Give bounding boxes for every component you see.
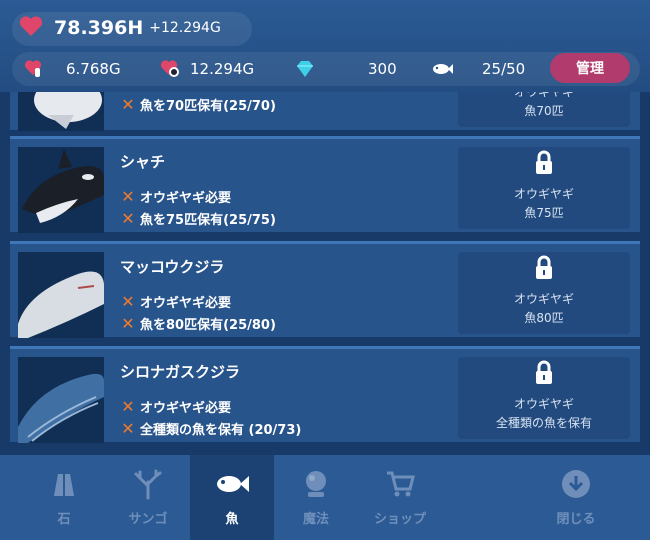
requirement-text: オウギヤギ必要	[140, 296, 232, 311]
species-list[interactable]: ✕ 魚を70匹保有(25/70) オウギヤギ 魚70匹 シャチ ✕ オウギヤギ必…	[0, 92, 650, 455]
hearts-rate: +12.294G	[149, 20, 221, 36]
timer-heart-icon	[160, 58, 182, 80]
lock-line1: オウギヤギ	[513, 92, 574, 99]
requirement-text: 全種類の魚を保有 (20/73)	[140, 423, 302, 438]
manage-button[interactable]: 管理	[550, 53, 630, 83]
tab-coral-label: サンゴ	[128, 512, 168, 527]
requirement-text: 魚を75匹保有(25/75)	[140, 213, 276, 228]
crystal-ball-icon	[306, 471, 326, 497]
close-button[interactable]: 閉じる	[534, 455, 618, 540]
tab-fish-label: 魚	[225, 512, 239, 527]
requirement-row: ✕ 全種類の魚を保有 (20/73)	[120, 419, 301, 438]
lock-line1: オウギヤギ	[513, 397, 574, 411]
hearts-row: 78.396H +12.294G	[18, 10, 221, 46]
lock-line1: オウギヤギ	[513, 187, 574, 201]
tab-magic[interactable]: 魔法	[274, 455, 358, 540]
species-name: シロナガスクジラ	[120, 363, 241, 381]
requirement-text: オウギヤギ必要	[140, 191, 232, 206]
lock-line2: 魚70匹	[524, 104, 564, 118]
requirement-text: 魚を80匹保有(25/80)	[140, 318, 276, 333]
x-icon: ✕	[121, 419, 135, 438]
requirement-row: ✕ 魚を70匹保有(25/70)	[120, 95, 276, 114]
blue-whale-image	[18, 357, 104, 443]
tab-coral[interactable]: サンゴ	[106, 455, 190, 540]
x-icon: ✕	[121, 314, 135, 333]
lock-icon	[534, 150, 554, 179]
heart-icon	[18, 14, 44, 42]
tab-shop[interactable]: ショップ	[358, 455, 442, 540]
sperm-whale-image	[18, 252, 104, 338]
x-icon: ✕	[121, 95, 135, 114]
beluga-image	[18, 92, 104, 131]
orca-image	[18, 147, 104, 233]
species-card[interactable]: シャチ ✕ オウギヤギ必要 ✕ 魚を75匹保有(25/75) オウギヤギ 魚75…	[10, 136, 640, 233]
requirement-row: ✕ オウギヤギ必要	[120, 397, 231, 416]
requirement-row: ✕ オウギヤギ必要	[120, 187, 231, 206]
hearts-total: 78.396H	[54, 17, 144, 39]
tap-value: 6.768G	[66, 60, 121, 78]
per-second-value: 12.294G	[190, 60, 255, 78]
species-name: マッコウクジラ	[120, 258, 225, 276]
lock-line2: 魚75匹	[524, 206, 564, 220]
x-icon: ✕	[121, 209, 135, 228]
locked-panel: オウギヤギ 全種類の魚を保有	[458, 357, 630, 439]
lock-line2: 魚80匹	[524, 311, 564, 325]
tab-fish[interactable]: 魚	[190, 455, 274, 540]
lock-icon	[534, 255, 554, 284]
resource-row: 6.768G 12.294G 300 25/50	[12, 52, 640, 86]
diamond-icon	[294, 58, 316, 80]
lock-line2: 全種類の魚を保有	[495, 416, 592, 430]
download-circle-icon	[562, 470, 590, 498]
locked-panel: オウギヤギ 魚70匹	[458, 92, 630, 127]
gems-value-wrap: 300	[368, 52, 397, 86]
coral-icon	[134, 469, 162, 500]
requirement-row: ✕ 魚を75匹保有(25/75)	[120, 209, 276, 228]
requirement-row: ✕ 魚を80匹保有(25/80)	[120, 314, 276, 333]
lock-line1: オウギヤギ	[513, 292, 574, 306]
species-card[interactable]: シロナガスクジラ ✕ オウギヤギ必要 ✕ 全種類の魚を保有 (20/73) オウ…	[10, 346, 640, 443]
tab-stone-label: 石	[57, 512, 71, 527]
close-label: 閉じる	[556, 512, 596, 527]
top-stats-bar: 78.396H +12.294G 6.768G 12.294G 300 25/5…	[0, 0, 650, 92]
requirement-text: オウギヤギ必要	[140, 401, 232, 416]
x-icon: ✕	[121, 187, 135, 206]
lock-icon	[534, 360, 554, 389]
species-name: シャチ	[120, 153, 166, 171]
x-icon: ✕	[121, 397, 135, 416]
tab-stone[interactable]: 石	[22, 455, 106, 540]
fish-stat: 25/50	[430, 52, 525, 86]
locked-panel: オウギヤギ 魚80匹	[458, 252, 630, 334]
stone-icon	[54, 474, 74, 496]
cart-icon	[387, 471, 415, 497]
requirement-text: 魚を70匹保有(25/70)	[140, 99, 276, 114]
locked-panel: オウギヤギ 魚75匹	[458, 147, 630, 229]
tab-magic-label: 魔法	[302, 512, 329, 527]
bottom-nav: 石 サンゴ 魚 魔法 ショップ 閉じる	[0, 455, 650, 540]
fish-icon	[217, 476, 249, 492]
gems-value: 300	[368, 60, 397, 78]
gems-stat	[294, 52, 316, 86]
requirement-row: ✕ オウギヤギ必要	[120, 292, 231, 311]
fish-count: 25/50	[482, 60, 526, 78]
per-second-stat: 12.294G	[160, 52, 254, 86]
species-card[interactable]: マッコウクジラ ✕ オウギヤギ必要 ✕ 魚を80匹保有(25/80) オウギヤギ…	[10, 241, 640, 338]
tab-shop-label: ショップ	[373, 512, 426, 527]
tap-value-stat: 6.768G	[24, 52, 121, 86]
x-icon: ✕	[121, 292, 135, 311]
tap-heart-icon	[24, 58, 46, 80]
species-card[interactable]: ✕ 魚を70匹保有(25/70) オウギヤギ 魚70匹	[10, 92, 640, 131]
fish-icon	[430, 58, 453, 80]
